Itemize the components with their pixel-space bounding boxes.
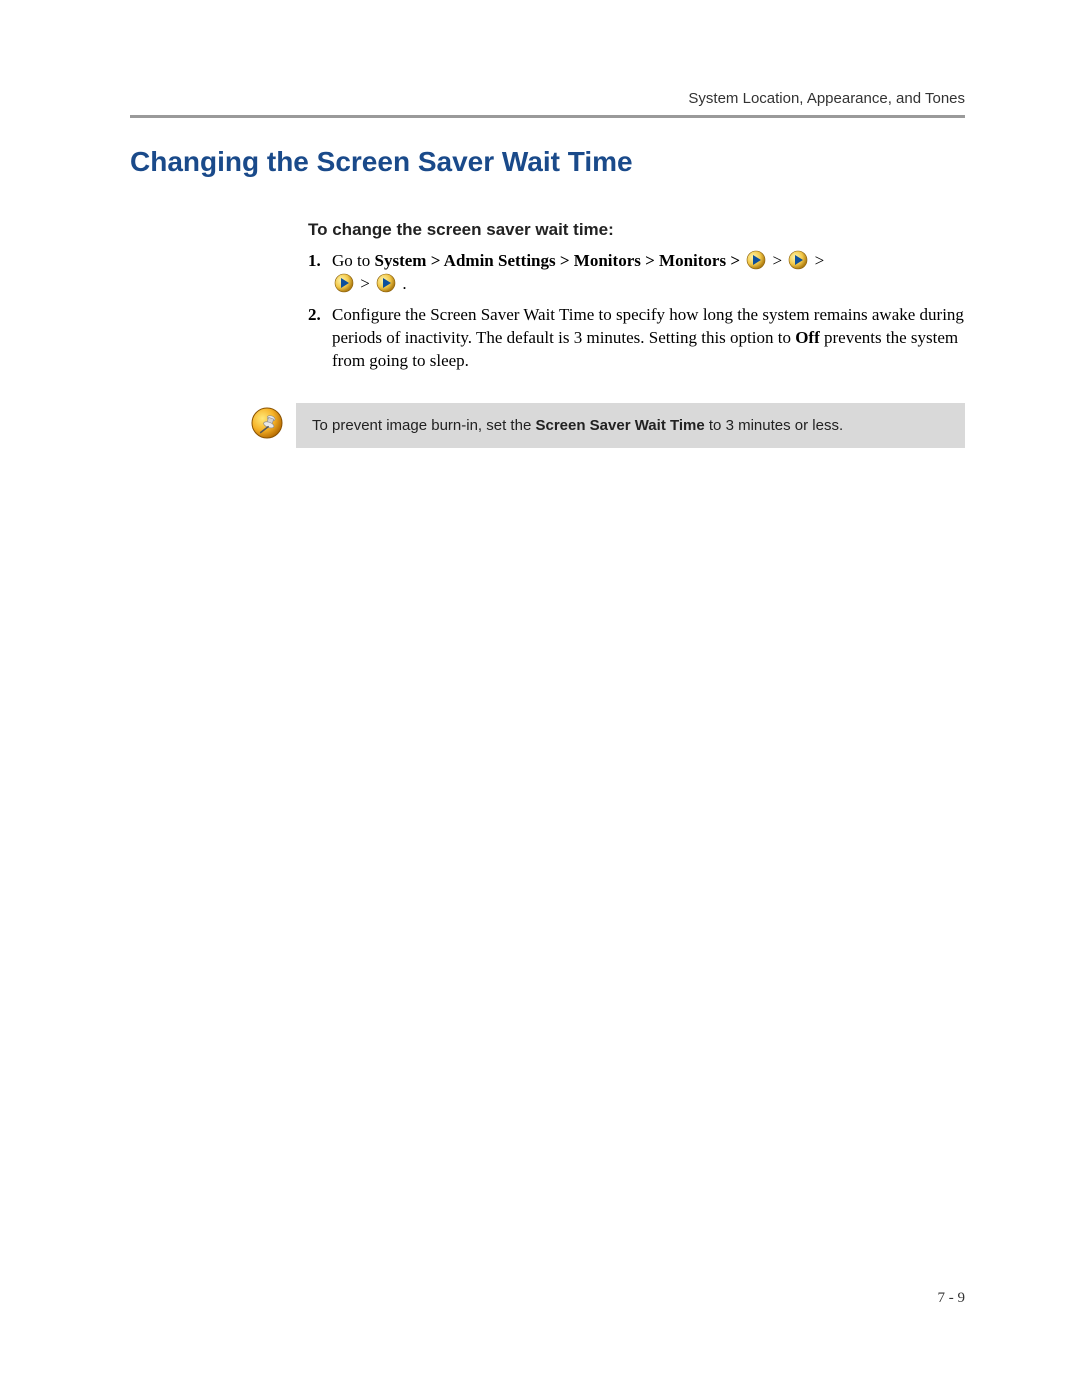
content-block: To change the screen saver wait time: 1.… (308, 220, 965, 373)
note-text: To prevent image burn-in, set the (312, 417, 535, 434)
step-body: Configure the Screen Saver Wait Time to … (332, 304, 965, 373)
sep: > (810, 251, 824, 270)
sep: > (768, 251, 786, 270)
step-end: . (398, 274, 407, 293)
step-number: 2. (308, 304, 332, 373)
note-bold: Screen Saver Wait Time (535, 417, 704, 434)
note-text: to 3 minutes or less. (705, 417, 843, 434)
next-arrow-icon (746, 250, 766, 270)
step-list: 1. Go to System > Admin Settings > Monit… (308, 250, 965, 373)
page-title: Changing the Screen Saver Wait Time (130, 146, 965, 178)
note-pushpin-icon (250, 406, 296, 445)
off-label: Off (795, 328, 820, 347)
header-chapter-label: System Location, Appearance, and Tones (130, 90, 965, 107)
sep: > (356, 274, 374, 293)
step-1: 1. Go to System > Admin Settings > Monit… (308, 250, 965, 296)
next-arrow-icon (788, 250, 808, 270)
page-container: System Location, Appearance, and Tones C… (0, 0, 1080, 1397)
step-2: 2. Configure the Screen Saver Wait Time … (308, 304, 965, 373)
procedure-heading: To change the screen saver wait time: (308, 220, 965, 240)
next-arrow-icon (376, 273, 396, 293)
step-text: Go to (332, 251, 375, 270)
note-box: To prevent image burn-in, set the Screen… (296, 403, 965, 448)
page-number: 7 - 9 (938, 1290, 966, 1307)
step-body: Go to System > Admin Settings > Monitors… (332, 250, 965, 296)
header-rule (130, 115, 965, 118)
note-row: To prevent image burn-in, set the Screen… (250, 403, 965, 448)
nav-path: System > Admin Settings > Monitors > Mon… (375, 251, 745, 270)
next-arrow-icon (334, 273, 354, 293)
step-number: 1. (308, 250, 332, 296)
